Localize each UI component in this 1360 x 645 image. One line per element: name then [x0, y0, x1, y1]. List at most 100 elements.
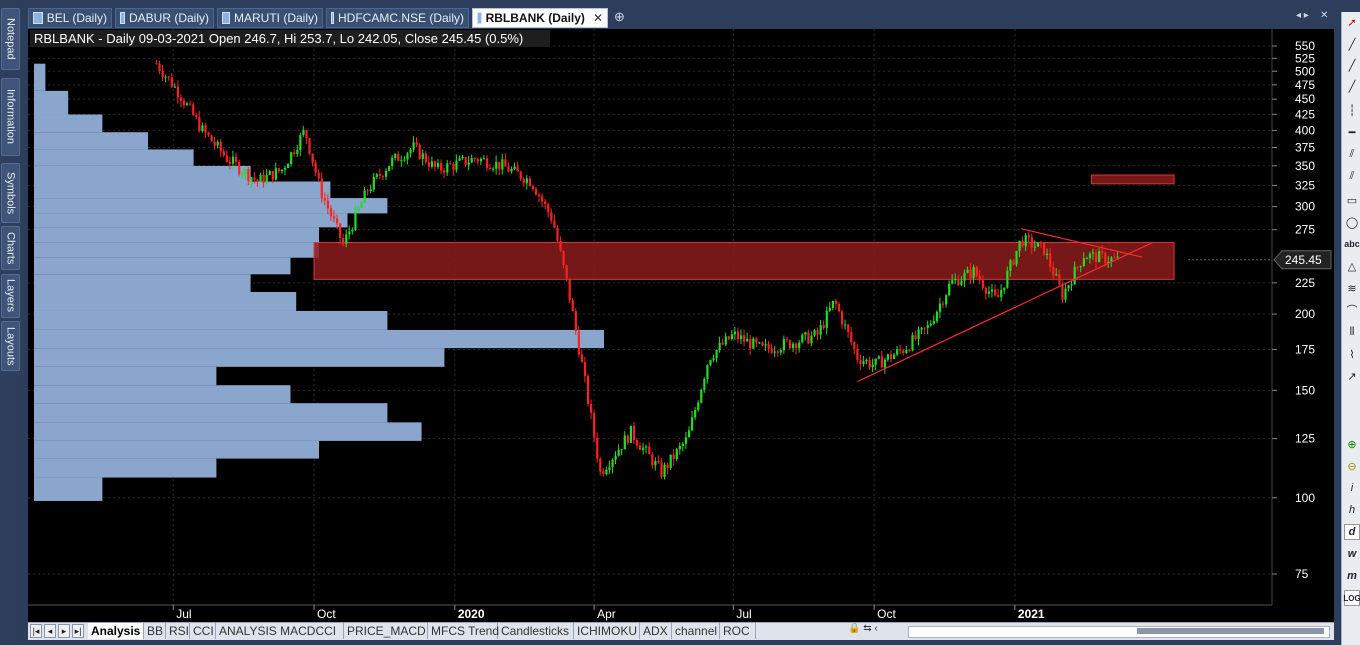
candle-body	[1012, 260, 1015, 265]
last-sheet-button[interactable]: ▸|	[72, 624, 84, 638]
candle-body	[406, 153, 409, 160]
sheet-tab-analysis-macdcci[interactable]: ANALYSIS MACDCCI	[216, 623, 344, 639]
candle-body	[883, 359, 887, 368]
candle-body	[593, 413, 596, 438]
candle-body	[911, 335, 914, 351]
tab-bel[interactable]: BEL (Daily)	[28, 8, 112, 28]
volume-profile-bar	[34, 458, 217, 478]
x-tick-label: Jul	[736, 607, 751, 621]
candle-body	[553, 220, 556, 228]
tab-hdfcamc[interactable]: HDFCAMC.NSE (Daily)	[326, 8, 469, 28]
horizontal-scrollbar[interactable]	[908, 626, 1330, 638]
rectangle-icon[interactable]: ▭	[1344, 192, 1360, 208]
extended-line-icon[interactable]: ╱	[1344, 78, 1360, 94]
rail-tab-symbols[interactable]: Symbols	[1, 163, 20, 223]
ellipse-icon[interactable]: ◯	[1344, 214, 1360, 230]
lock-icon[interactable]: 🔒 ⇆ ‹	[848, 623, 878, 634]
triangle-icon[interactable]: △	[1344, 258, 1360, 274]
cycles-icon[interactable]: ⦀	[1344, 324, 1360, 340]
ray-tool-icon[interactable]: ╱	[1344, 57, 1360, 73]
parallel-lines-icon[interactable]: ⫽	[1344, 146, 1360, 162]
sheet-tab-ichimoku[interactable]: ICHIMOKU	[574, 623, 640, 639]
candle-body	[293, 152, 296, 154]
horizontal-line-icon[interactable]: ━	[1344, 124, 1360, 140]
new-tab-icon[interactable]: ⊕	[614, 9, 625, 25]
vertical-line-icon[interactable]: ┆	[1344, 102, 1360, 118]
y-tick-label: 100	[1295, 491, 1315, 505]
log-scale-icon[interactable]: LOG	[1343, 590, 1360, 606]
tab-maruti[interactable]: MARUTI (Daily)	[217, 8, 323, 28]
fibonacci-icon[interactable]: ≋	[1344, 280, 1360, 296]
candle-body	[865, 359, 868, 362]
sheet-tab-roc[interactable]: ROC	[720, 623, 756, 639]
x-tick-label: 2021	[1018, 607, 1045, 621]
volume-profile-bar	[34, 257, 291, 275]
candle-body	[1098, 251, 1101, 263]
volume-profile-bar	[34, 149, 194, 166]
sheet-tab-channel[interactable]: channel	[672, 623, 720, 639]
zoom-in-icon[interactable]: ⊕	[1344, 436, 1360, 452]
candle-body	[192, 104, 195, 115]
sheet-tab-price-macd[interactable]: PRICE_MACD	[344, 623, 428, 639]
rail-tab-charts[interactable]: Charts	[1, 226, 20, 270]
candle-body	[430, 161, 434, 167]
sheet-tab-candlesticks[interactable]: Candlesticks	[498, 623, 574, 639]
arrow-icon[interactable]: ↗	[1344, 368, 1360, 384]
candle-body	[222, 151, 225, 156]
candle-body	[969, 269, 972, 279]
sheet-tab-mfcs-trend[interactable]: MFCS Trend	[428, 623, 499, 639]
left-panel-rail: Notepad Information Symbols Charts Layer…	[0, 0, 22, 645]
volume-profile-bar	[34, 385, 291, 404]
scrollbar-thumb[interactable]	[1137, 628, 1324, 634]
interval-h-icon[interactable]: h	[1344, 502, 1360, 518]
candle-body	[767, 344, 770, 349]
zigzag-icon[interactable]: ⌇	[1344, 346, 1360, 362]
close-icon[interactable]: ✕	[1320, 10, 1328, 21]
candle-body	[189, 103, 192, 105]
candle-body	[283, 167, 287, 170]
y-tick-label: 425	[1295, 107, 1315, 121]
drawing-toolbar: ➚ ╱ ╱ ╱ ┆ ━ ⫽ ⫽ ▭ ◯ abc △ ≋ ⌒ ⦀ ⌇ ↗ ⊕ ⊖ …	[1341, 12, 1360, 645]
interval-i-icon[interactable]: i	[1344, 480, 1360, 496]
volume-profile-bar	[34, 422, 422, 441]
arc-icon[interactable]: ⌒	[1344, 302, 1360, 318]
candle-body	[981, 280, 984, 289]
sheet-tab-adx[interactable]: ADX	[640, 623, 672, 639]
candle-body	[626, 435, 629, 443]
cursor-icon[interactable]: ➚	[1344, 14, 1360, 30]
zoom-out-icon[interactable]: ⊖	[1344, 458, 1360, 474]
candle-body	[204, 125, 207, 133]
volume-profile-bar	[34, 329, 604, 349]
text-tool-icon[interactable]: abc	[1344, 236, 1360, 252]
line-tool-icon[interactable]: ╱	[1344, 36, 1360, 52]
candle-body	[311, 153, 314, 163]
candle-body	[844, 324, 847, 326]
sheet-tab-bb[interactable]: BB	[144, 623, 166, 639]
prev-sheet-button[interactable]: ◂	[44, 624, 56, 638]
candle-body	[1036, 242, 1040, 247]
rail-tab-layouts[interactable]: Layouts	[1, 321, 20, 371]
tab-dabur[interactable]: DABUR (Daily)	[115, 8, 214, 28]
tab-rblbank[interactable]: RBLBANK (Daily) ✕	[472, 8, 608, 28]
sheet-tab-rsi[interactable]: RSI	[166, 623, 190, 639]
candle-body	[978, 275, 981, 281]
fan-icon[interactable]: ⫽	[1344, 168, 1360, 184]
candle-body	[262, 174, 265, 184]
candle-body	[375, 174, 378, 177]
interval-monthly-icon[interactable]: m	[1344, 568, 1360, 584]
tab-scroll-arrows[interactable]: ◂ ▸	[1296, 10, 1309, 21]
next-sheet-button[interactable]: ▸	[58, 624, 70, 638]
interval-weekly-icon[interactable]: w	[1344, 546, 1360, 562]
sheet-tab-cci[interactable]: CCI	[190, 623, 216, 639]
interval-daily-icon[interactable]: d	[1344, 524, 1360, 540]
price-chart[interactable]: 5505255004754504254003753503253002752252…	[28, 29, 1334, 623]
close-icon[interactable]: ✕	[593, 11, 603, 25]
first-sheet-button[interactable]: |◂	[30, 624, 42, 638]
candle-body	[758, 342, 761, 344]
candle-body	[161, 70, 164, 78]
rail-tab-notepad[interactable]: Notepad	[1, 8, 20, 70]
rail-tab-layers[interactable]: Layers	[1, 274, 20, 318]
chart-pane[interactable]: 550 525 500 475 450 425 400 375 350 325 300 275 225 2…	[28, 29, 1334, 623]
sheet-tab-analysis[interactable]: Analysis	[88, 623, 144, 639]
rail-tab-information[interactable]: Information	[1, 78, 20, 156]
